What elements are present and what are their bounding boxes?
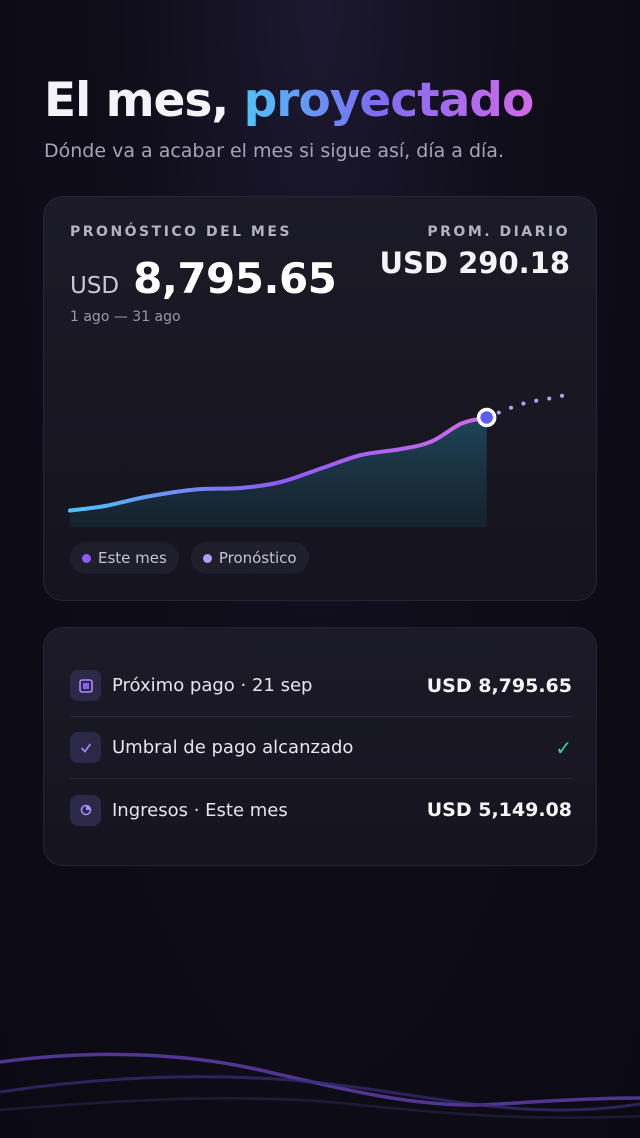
forecast-currency: USD xyxy=(70,273,120,299)
daily-average-value: USD 290.18 xyxy=(379,246,570,280)
check-icon xyxy=(70,732,101,763)
income-label: Ingresos · Este mes xyxy=(112,799,288,821)
list-item-income[interactable]: Ingresos · Este mes USD 5,149.08 xyxy=(70,779,572,841)
decorative-waves xyxy=(0,1052,640,1120)
list-item-next-payment[interactable]: Próximo pago · 21 sep USD 8,795.65 xyxy=(70,655,572,717)
legend-dot-este-mes xyxy=(82,553,91,563)
forecast-chart xyxy=(68,391,574,527)
forecast-amount: USD 8,795.65 xyxy=(70,254,337,303)
page-title: El mes, proyectado xyxy=(44,72,604,130)
list-item-threshold[interactable]: Umbral de pago alcanzado ✓ xyxy=(70,717,572,779)
daily-average: PROM. DIARIO USD 290.18 xyxy=(379,224,570,280)
page-subtitle: Dónde va a acabar el mes si sigue así, d… xyxy=(44,140,504,162)
legend-label-este-mes: Este mes xyxy=(98,549,167,567)
next-payment-value: USD 8,795.65 xyxy=(426,674,572,697)
summary-card: Próximo pago · 21 sep USD 8,795.65 Umbra… xyxy=(43,627,597,866)
income-value: USD 5,149.08 xyxy=(426,799,572,821)
legend-label-pronostico: Pronóstico xyxy=(218,549,297,567)
legend-dot-pronostico xyxy=(202,553,212,563)
legend-item-pronostico[interactable]: Pronóstico xyxy=(190,542,309,574)
pie-icon xyxy=(70,794,101,826)
title-accent: proyectado xyxy=(243,73,535,128)
chart-area-este-mes xyxy=(70,417,487,527)
threshold-check-icon: ✓ xyxy=(555,735,572,760)
calendar-icon xyxy=(70,670,101,701)
forecast-summary: PRONÓSTICO DEL MES USD 8,795.65 1 ago — … xyxy=(70,224,337,325)
chart-line-pronostico xyxy=(484,391,574,420)
next-payment-label: Próximo pago · 21 sep xyxy=(112,675,313,696)
forecast-card: PRONÓSTICO DEL MES USD 8,795.65 1 ago — … xyxy=(43,196,597,601)
daily-average-label: PROM. DIARIO xyxy=(427,224,570,240)
forecast-value: 8,795.65 xyxy=(133,254,337,303)
chart-legend: Este mes Pronóstico xyxy=(70,542,309,574)
title-plain: El mes, xyxy=(44,73,229,128)
header: El mes, proyectado Dónde va a acabar el … xyxy=(44,72,604,162)
threshold-label: Umbral de pago alcanzado xyxy=(112,737,354,758)
legend-item-este-mes[interactable]: Este mes xyxy=(70,542,179,574)
forecast-range: 1 ago — 31 ago xyxy=(70,309,181,325)
chart-current-point[interactable] xyxy=(476,407,497,428)
forecast-eyebrow: PRONÓSTICO DEL MES xyxy=(70,224,293,240)
